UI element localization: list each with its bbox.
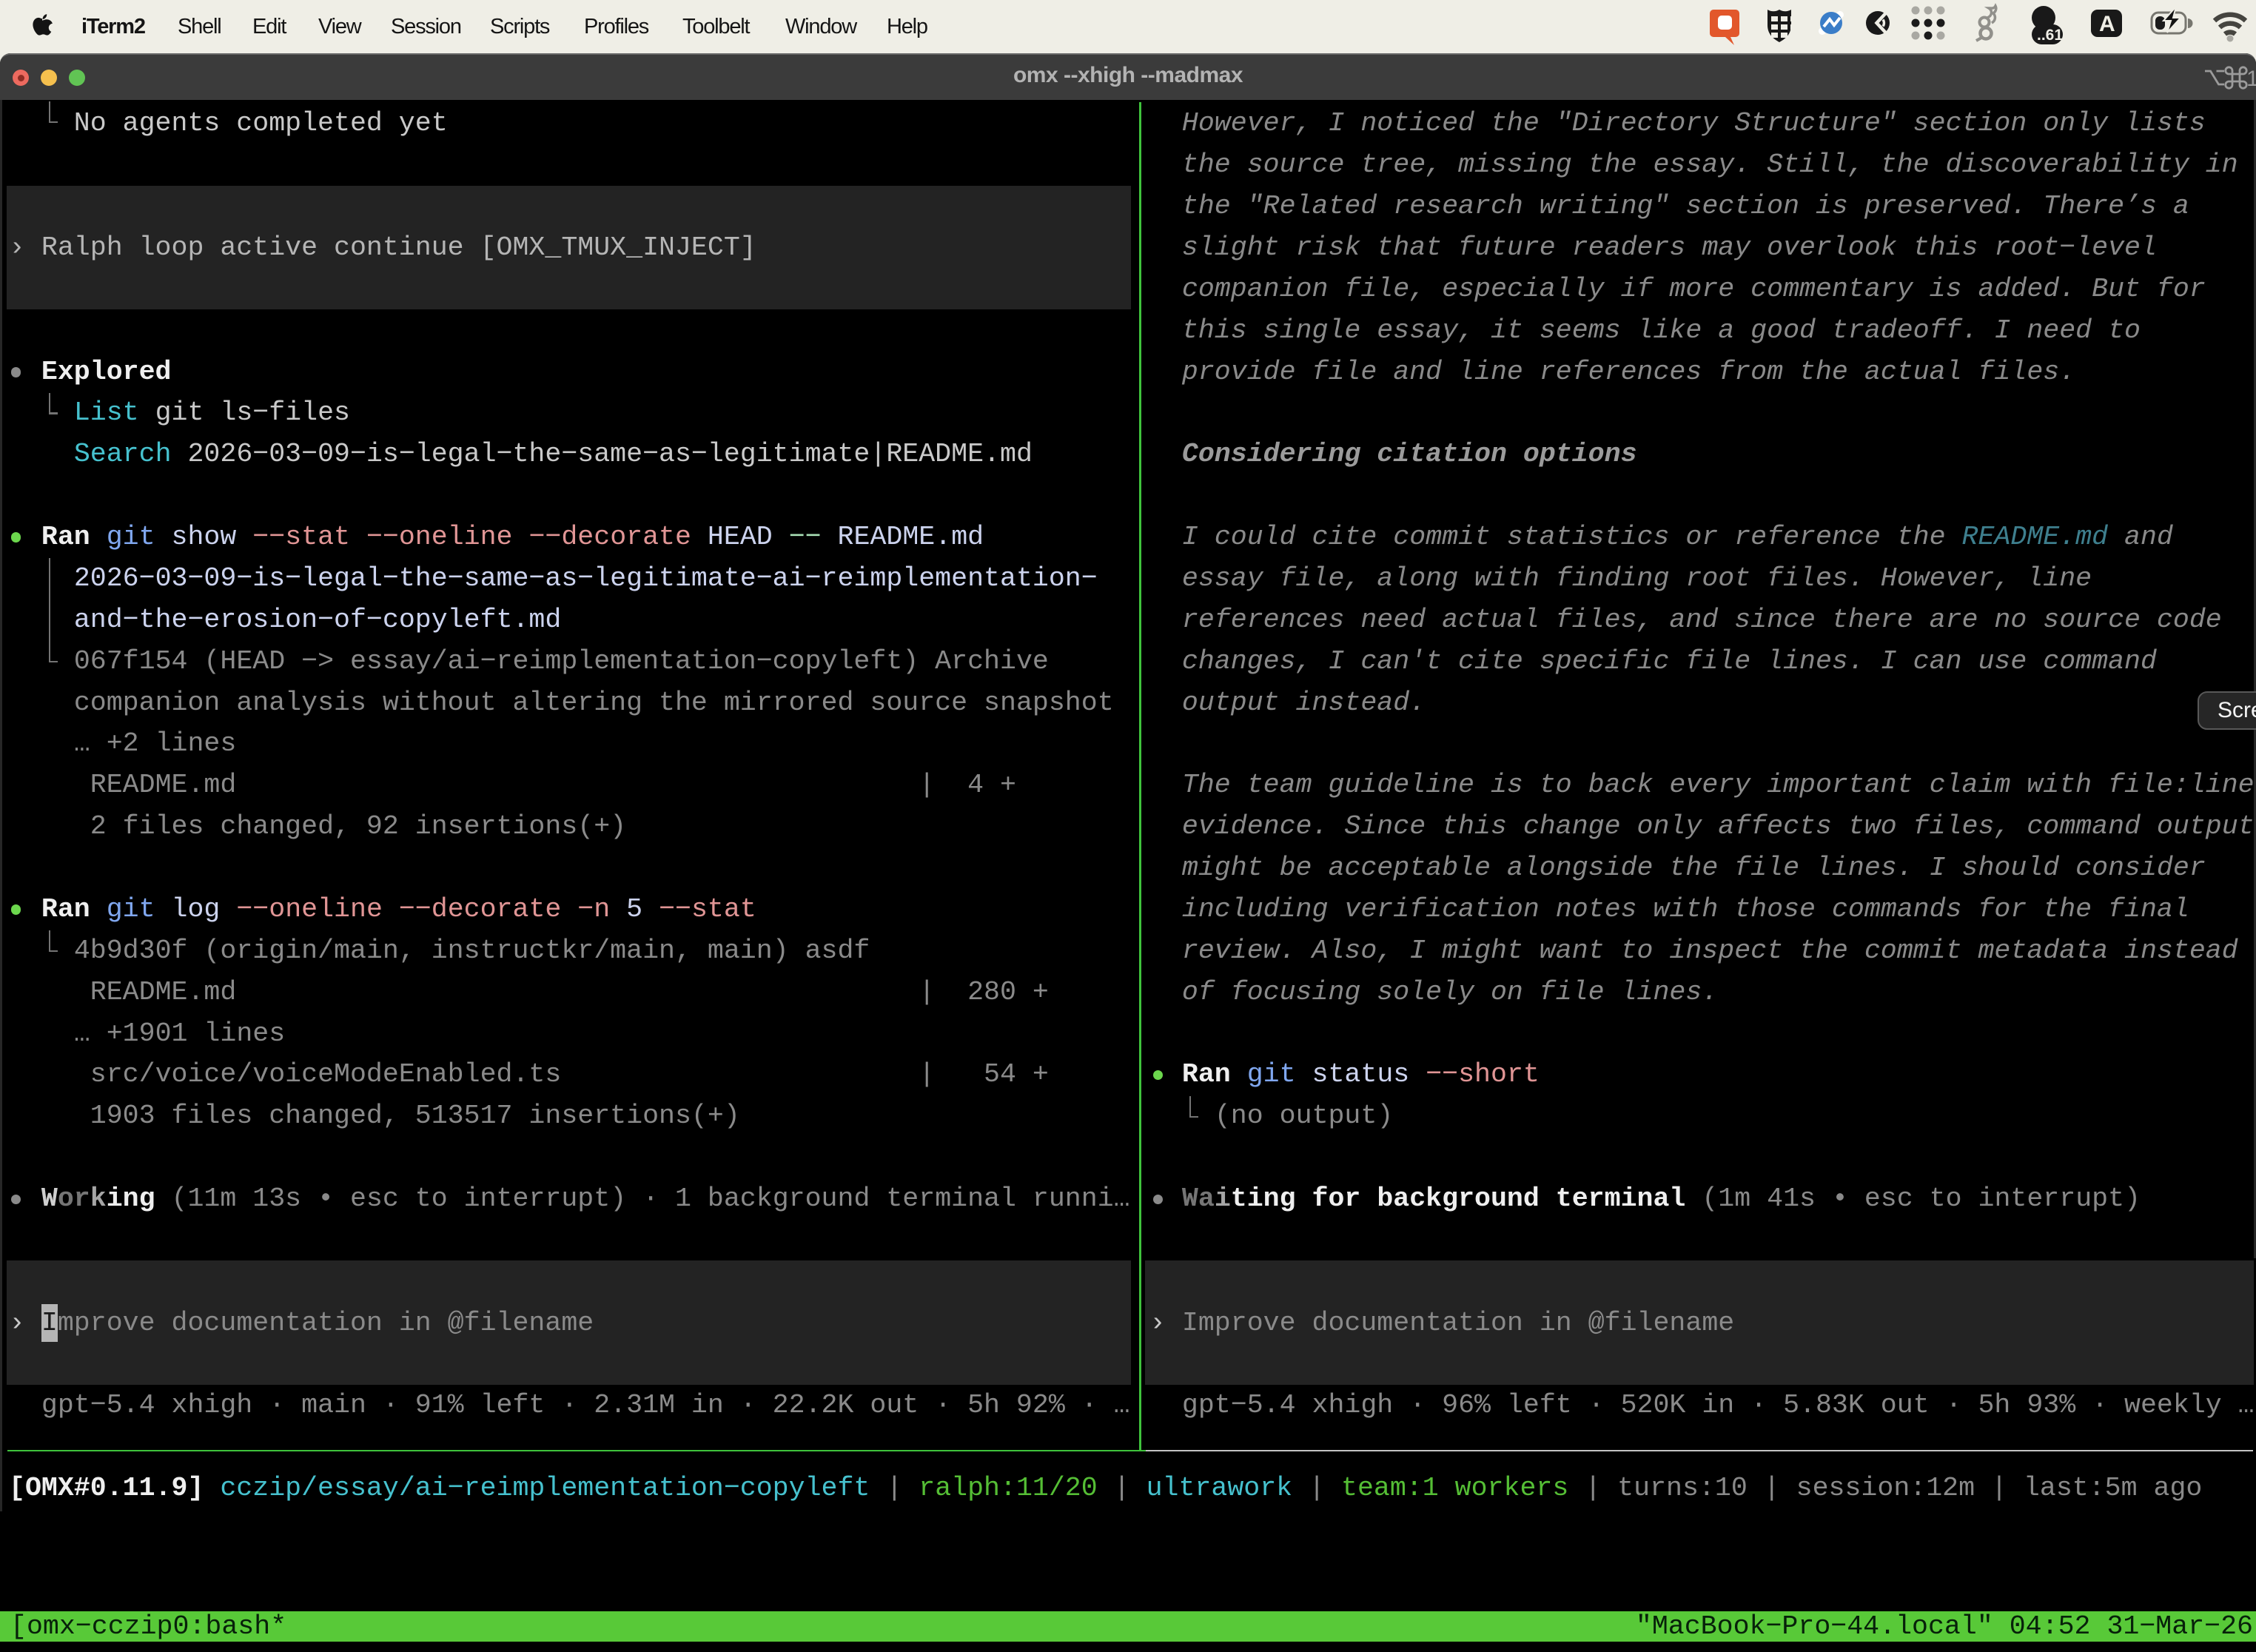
- svg-text:..61: ..61: [2037, 27, 2063, 44]
- svg-text:A: A: [2099, 12, 2115, 36]
- svg-text:1: 1: [2246, 67, 2256, 91]
